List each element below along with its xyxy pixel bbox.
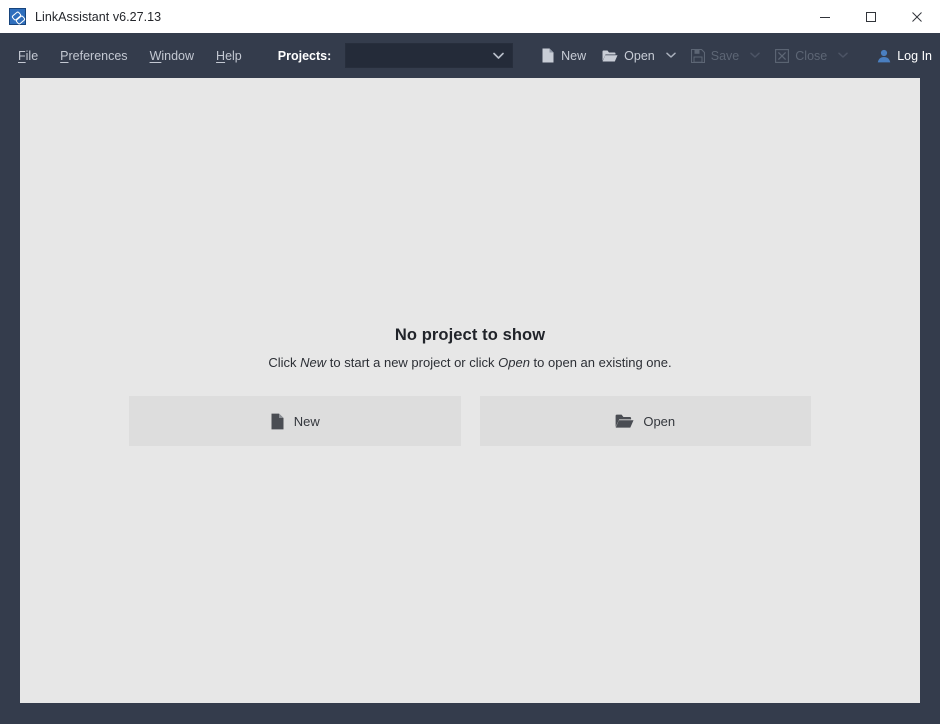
new-document-icon	[541, 48, 555, 63]
open-folder-icon	[615, 413, 634, 429]
empty-state-subtitle: Click New to start a new project or clic…	[268, 355, 672, 370]
floppy-disk-icon	[690, 48, 705, 63]
open-project-button[interactable]: Open	[479, 396, 811, 446]
close-window-button[interactable]	[894, 0, 940, 33]
toolbar-close-dropdown-caret	[835, 48, 855, 63]
close-project-icon	[775, 48, 790, 63]
chevron-down-icon	[838, 52, 848, 58]
chevron-down-icon	[666, 52, 676, 58]
empty-state-title: No project to show	[394, 326, 546, 344]
close-icon	[912, 11, 922, 22]
maximize-button[interactable]	[848, 0, 894, 33]
toolbar-login-button[interactable]: Log In	[869, 45, 940, 67]
toolbar-new-label: New	[561, 48, 587, 63]
menu-item-help[interactable]: Help	[216, 49, 242, 63]
open-folder-icon	[602, 49, 618, 63]
menu-item-file[interactable]: File	[18, 49, 38, 63]
new-project-button[interactable]: New	[129, 396, 461, 446]
empty-state: No project to show Click New to start a …	[129, 326, 811, 446]
projects-dropdown[interactable]	[345, 43, 514, 68]
maximize-icon	[866, 11, 876, 22]
menu-item-preferences[interactable]: Preferences	[60, 49, 127, 63]
minimize-button[interactable]	[802, 0, 848, 33]
new-document-icon	[270, 413, 285, 430]
toolbar-save-dropdown-caret	[747, 48, 767, 63]
toolbar-new-button[interactable]: New	[533, 44, 594, 67]
open-project-button-label: Open	[643, 413, 676, 429]
menu-item-window[interactable]: Window	[150, 49, 194, 63]
projects-label: Projects:	[277, 48, 332, 63]
content-panel: No project to show Click New to start a …	[20, 78, 920, 703]
toolbar-open-button[interactable]: Open	[594, 45, 663, 67]
toolbar-login-label: Log In	[897, 48, 932, 63]
toolbar-actions: New Open Save Close Log In	[533, 44, 940, 67]
user-icon	[877, 49, 891, 63]
toolbar-save-button: Save	[683, 45, 748, 67]
empty-state-actions: New Open	[129, 396, 811, 446]
toolbar-close-project-label: Close	[795, 48, 828, 63]
toolbar-open-label: Open	[624, 48, 655, 63]
title-bar-left: LinkAssistant v6.27.13	[0, 8, 802, 25]
window-title: LinkAssistant v6.27.13	[35, 9, 162, 24]
link-assistant-app-icon	[9, 8, 26, 25]
app-shell: File Preferences Window Help Projects: N…	[0, 33, 940, 724]
new-project-button-label: New	[293, 413, 320, 429]
toolbar-close-project-button: Close	[767, 45, 835, 67]
chevron-down-icon	[750, 52, 761, 58]
chevron-down-icon	[493, 52, 504, 60]
minimize-icon	[820, 16, 830, 18]
window-controls	[802, 0, 940, 33]
menu-toolbar: File Preferences Window Help Projects: N…	[0, 33, 940, 78]
toolbar-save-label: Save	[710, 48, 740, 63]
title-bar: LinkAssistant v6.27.13	[0, 0, 940, 33]
menu-bar: File Preferences Window Help	[0, 49, 242, 63]
toolbar-open-dropdown-caret[interactable]	[663, 48, 683, 63]
